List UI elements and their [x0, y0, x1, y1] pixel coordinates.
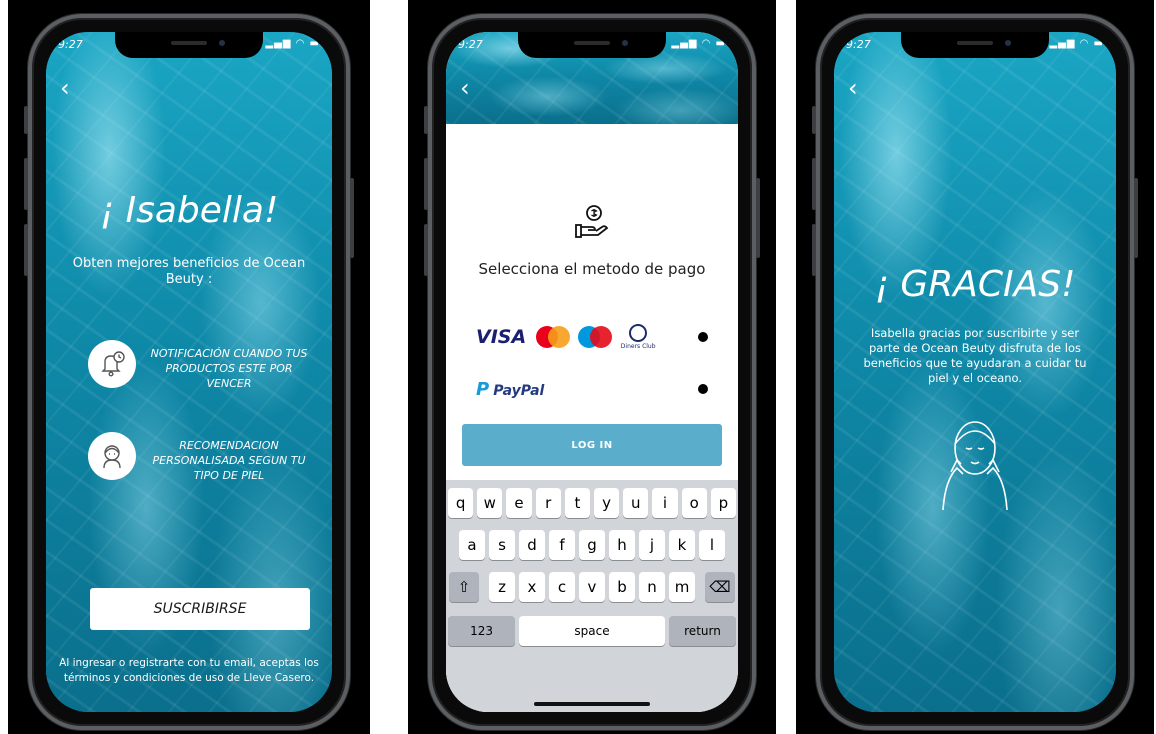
- key[interactable]: c: [549, 572, 575, 602]
- thanks-message: Isabella gracias por suscribirte y ser p…: [863, 326, 1087, 385]
- subtitle: Obten mejores beneficios de Ocean Beuty …: [72, 256, 306, 287]
- numbers-key[interactable]: 123: [448, 616, 516, 646]
- paypal-logo: P PayPal: [476, 379, 544, 400]
- keyboard-row-3: ⇧ z x c v b n m ⌫: [446, 572, 738, 602]
- key[interactable]: y: [594, 488, 620, 518]
- side-button: [424, 224, 428, 276]
- paypal-radio-selected[interactable]: [698, 384, 708, 394]
- keyboard: q w e r t y u i o p a s d f g h j k l ⇧ …: [446, 480, 738, 712]
- key[interactable]: n: [639, 572, 665, 602]
- shift-key[interactable]: ⇧: [449, 572, 479, 602]
- keyboard-row-2: a s d f g h j k l: [446, 530, 738, 560]
- notch: [901, 32, 1049, 58]
- keyboard-row-4: 123 space return: [446, 616, 738, 646]
- key[interactable]: x: [519, 572, 545, 602]
- notch: [115, 32, 263, 58]
- phone-panel-thanks: 9:27 ▂▄▆ ◠ ▬ ‹ ¡ GRACIAS! Isabella graci…: [796, 0, 1154, 734]
- phone-panel-payment: 9:27 ▂▄▆ ◠ ▬ ‹ Selecciona el metodo de p…: [408, 0, 776, 734]
- status-icons: ▂▄▆ ◠ ▬: [1049, 38, 1104, 49]
- key[interactable]: t: [564, 488, 590, 518]
- key[interactable]: q: [447, 488, 474, 518]
- status-time: 9:27: [458, 38, 483, 51]
- back-button[interactable]: ‹: [60, 76, 70, 100]
- side-button: [24, 106, 28, 134]
- diners-club-logo: Diners Club: [620, 324, 656, 350]
- key[interactable]: f: [549, 530, 575, 560]
- legal-text: Al ingresar o registrarte con tu email, …: [59, 657, 319, 684]
- screen: 9:27 ▂▄▆ ◠ ▬ ‹ ¡ Isabella! Obten mejores…: [46, 32, 332, 712]
- key[interactable]: r: [535, 488, 561, 518]
- side-button: [424, 158, 428, 210]
- face-recommendation-icon: [88, 432, 136, 480]
- return-key[interactable]: return: [668, 616, 737, 646]
- key[interactable]: e: [506, 488, 532, 518]
- key[interactable]: u: [623, 488, 649, 518]
- notch: [518, 32, 666, 58]
- paypal-label: PayPal: [493, 382, 545, 399]
- home-indicator: [534, 702, 650, 706]
- back-button[interactable]: ‹: [848, 76, 858, 100]
- feature-notification: NOTIFICACIÓN CUANDO TUS PRODUCTOS ESTE P…: [88, 340, 314, 392]
- status-time: 9:27: [58, 38, 83, 51]
- screen: 9:27 ▂▄▆ ◠ ▬ ‹ Selecciona el metodo de p…: [446, 32, 738, 712]
- status-icons: ▂▄▆ ◠ ▬: [671, 38, 726, 49]
- greeting-title: ¡ Isabella!: [99, 190, 279, 231]
- side-button: [812, 158, 816, 210]
- side-button: [424, 106, 428, 134]
- key[interactable]: h: [609, 530, 635, 560]
- thanks-title: ¡ GRACIAS!: [874, 264, 1076, 305]
- side-button: [24, 158, 28, 210]
- keyboard-row-1: q w e r t y u i o p: [446, 488, 738, 518]
- phone-frame: 9:27 ▂▄▆ ◠ ▬ ‹ Selecciona el metodo de p…: [424, 14, 760, 730]
- paypal-p-icon: P: [476, 378, 490, 400]
- bell-clock-icon: [88, 340, 136, 388]
- backspace-key[interactable]: ⌫: [705, 572, 735, 602]
- login-button[interactable]: LOG IN: [462, 424, 722, 466]
- back-button[interactable]: ‹: [460, 76, 470, 100]
- side-button: [812, 106, 816, 134]
- phone-frame: 9:27 ▂▄▆ ◠ ▬ ‹ ¡ Isabella! Obten mejores…: [24, 14, 354, 730]
- card-radio-selected[interactable]: [698, 332, 708, 342]
- key[interactable]: w: [477, 488, 503, 518]
- key[interactable]: s: [489, 530, 515, 560]
- payment-title: Selecciona el metodo de pago: [478, 260, 706, 278]
- key[interactable]: d: [519, 530, 545, 560]
- key[interactable]: b: [609, 572, 635, 602]
- space-key[interactable]: space: [519, 616, 665, 646]
- phone-panel-subscribe: 9:27 ▂▄▆ ◠ ▬ ‹ ¡ Isabella! Obten mejores…: [8, 0, 370, 734]
- key[interactable]: i: [652, 488, 678, 518]
- face-care-icon: [942, 421, 1008, 510]
- diners-label: Diners Club: [620, 343, 656, 350]
- card-payment-option[interactable]: VISA Diners Club: [476, 320, 718, 354]
- side-button: [350, 178, 354, 258]
- visa-logo: VISA: [476, 326, 527, 348]
- key[interactable]: v: [579, 572, 605, 602]
- paypal-payment-option[interactable]: P PayPal: [476, 372, 718, 406]
- mastercard-logo: [536, 326, 571, 348]
- feature-text: RECOMENDACION PERSONALISADA SEGUN TU TIP…: [152, 439, 306, 482]
- feature-text: NOTIFICACIÓN CUANDO TUS PRODUCTOS ESTE P…: [150, 347, 308, 390]
- feature-recommendation: RECOMENDACION PERSONALISADA SEGUN TU TIP…: [88, 432, 314, 484]
- screen: 9:27 ▂▄▆ ◠ ▬ ‹ ¡ GRACIAS! Isabella graci…: [834, 32, 1116, 712]
- side-button: [812, 224, 816, 276]
- side-button: [1134, 178, 1138, 258]
- key[interactable]: o: [681, 488, 707, 518]
- key[interactable]: k: [669, 530, 695, 560]
- subscribe-button[interactable]: SUSCRIBIRSE: [90, 588, 310, 630]
- key[interactable]: a: [459, 530, 485, 560]
- maestro-logo: [578, 326, 613, 348]
- key[interactable]: m: [669, 572, 695, 602]
- key[interactable]: j: [639, 530, 665, 560]
- key[interactable]: z: [489, 572, 515, 602]
- key[interactable]: g: [579, 530, 605, 560]
- key[interactable]: p: [710, 488, 737, 518]
- status-time: 9:27: [846, 38, 871, 51]
- status-icons: ▂▄▆ ◠ ▬: [265, 38, 320, 49]
- side-button: [756, 178, 760, 258]
- side-button: [24, 224, 28, 276]
- hand-coin-icon: [575, 205, 609, 238]
- key[interactable]: l: [699, 530, 725, 560]
- phone-frame: 9:27 ▂▄▆ ◠ ▬ ‹ ¡ GRACIAS! Isabella graci…: [812, 14, 1138, 730]
